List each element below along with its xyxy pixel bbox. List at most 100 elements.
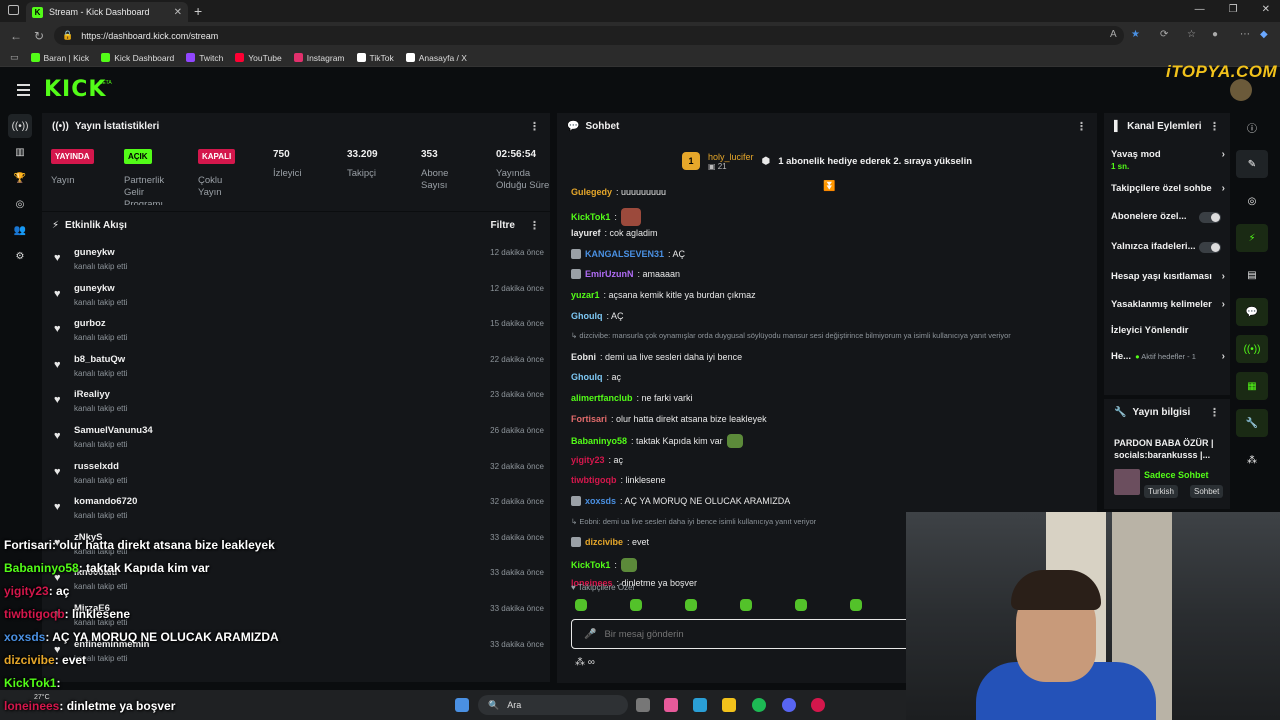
toggle-switch[interactable]	[1199, 242, 1221, 253]
bookmarks-menu-icon[interactable]: ▭	[10, 52, 19, 63]
chat-message[interactable]: alimertfanclub: ne farki varki	[571, 393, 693, 403]
event-item[interactable]: ♥ guneykw kanalı takip etti 12 dakika önce	[42, 242, 550, 278]
chat-username[interactable]: Fortisari	[571, 414, 607, 424]
minimize-icon[interactable]: —	[1195, 4, 1205, 15]
channel-action-item[interactable]: Yasaklanmış kelimeler ›	[1111, 299, 1225, 310]
actions-menu-icon[interactable]: ⋮	[1209, 120, 1220, 133]
chat-username[interactable]: Gulegedy	[571, 187, 612, 197]
event-item[interactable]: ♥ iRealiyy kanalı takip etti 23 dakika önce	[42, 384, 550, 420]
chat-username[interactable]: KickTok1	[571, 560, 610, 570]
events-menu-icon[interactable]: ⋮	[529, 219, 540, 232]
copilot-taskbar-icon[interactable]	[664, 698, 678, 712]
chat-menu-icon[interactable]: ⋮	[1076, 120, 1087, 133]
edge-taskbar-icon[interactable]	[693, 698, 707, 712]
info-menu-icon[interactable]: ⋮	[1209, 406, 1220, 419]
maximize-icon[interactable]: ❐	[1229, 4, 1238, 15]
dashboard-nav-icon[interactable]: ▥	[8, 140, 32, 164]
capture-icon[interactable]: ◎	[1236, 187, 1268, 215]
chat-reply-context[interactable]: ↳ Eobni: demi ua live sesleri daha iyi b…	[571, 517, 816, 526]
browser-tab[interactable]: K Stream - Kick Dashboard ✕	[26, 2, 188, 22]
profile-icon[interactable]: ●	[1212, 29, 1218, 40]
bookmark-item[interactable]: Kick Dashboard	[101, 53, 174, 63]
event-item[interactable]: ♥ b8_batuQw kanalı takip etti 22 dakika önc…	[42, 349, 550, 385]
bookmark-item[interactable]: Anasayfa / X	[405, 53, 467, 63]
mic-icon[interactable]: 🎤	[584, 629, 596, 640]
channel-action-item[interactable]: Yavaş mod 1 sn. ›	[1111, 149, 1225, 171]
chat-message[interactable]: yigity23: aç	[571, 455, 623, 465]
chat-username[interactable]: EmirUzunN	[585, 269, 634, 279]
sidebar-toggle-icon[interactable]	[8, 5, 19, 15]
tag-chip[interactable]: Sohbet	[1190, 485, 1224, 498]
channel-action-item[interactable]: Takipçilere özel sohbe ›	[1111, 183, 1225, 194]
channel-action-item[interactable]: He... ● Aktif hedefler - 1 ›	[1111, 351, 1225, 362]
emote-icon[interactable]	[850, 599, 862, 611]
chat-username[interactable]: KickTok1	[571, 212, 610, 222]
chat-username[interactable]: Eobni	[571, 352, 596, 362]
user-avatar[interactable]	[1230, 79, 1252, 101]
chat-message[interactable]: Ghoulq: aç	[571, 372, 621, 382]
channel-action-item[interactable]: Hesap yaşı kısıtlaması ›	[1111, 271, 1225, 282]
chat-message[interactable]: Gulegedy: uuuuuuuuu	[571, 187, 666, 197]
chat-username[interactable]: yuzar1	[571, 290, 600, 300]
clipboard-icon[interactable]: ▤	[1236, 261, 1268, 289]
bookmark-item[interactable]: TikTok	[356, 53, 394, 63]
new-tab-icon[interactable]: +	[194, 3, 202, 19]
refresh-icon[interactable]: ↻	[34, 29, 48, 43]
channel-action-item[interactable]: Yalnızca ifadeleri...	[1111, 241, 1225, 253]
chat-username[interactable]: tiwbtigoqb	[571, 475, 616, 485]
emote-icon[interactable]	[575, 599, 587, 611]
favorite-star-icon[interactable]: ★	[1131, 29, 1140, 40]
close-window-icon[interactable]: ✕	[1262, 4, 1270, 15]
emote-icon[interactable]	[630, 599, 642, 611]
bookmark-item[interactable]: Instagram	[293, 53, 345, 63]
chat-message[interactable]: Eobni: demi ua live sesleri daha iyi ben…	[571, 352, 742, 362]
group-tool-icon[interactable]: ⁂	[1236, 446, 1268, 474]
toggle-switch[interactable]	[1199, 212, 1221, 223]
chat-reply-context[interactable]: ↳ dizcivibe: mansurla çok oynamışlar ord…	[571, 331, 1011, 340]
emote-icon[interactable]	[740, 599, 752, 611]
lightning-tool-icon[interactable]: ⚡	[1236, 224, 1268, 252]
info-icon[interactable]: ⓘ	[1236, 113, 1268, 141]
stream-nav-icon[interactable]: ((•))	[8, 114, 32, 138]
chat-message[interactable]: Fortisari: olur hatta direkt atsana bize…	[571, 414, 767, 424]
start-icon[interactable]	[455, 698, 469, 712]
pinned-leaderboard[interactable]: 1 holy_lucifer ▣ 21 ⬢ 1 abonelik hediye …	[557, 141, 1097, 181]
trophy-nav-icon[interactable]: 🏆	[8, 166, 32, 190]
infinity-icon[interactable]: ∞	[588, 657, 595, 668]
category-name[interactable]: Sadece Sohbet	[1144, 470, 1209, 480]
menu-icon[interactable]	[17, 84, 30, 99]
chat-username[interactable]: Ghoulq	[571, 372, 603, 382]
chat-message[interactable]: EmirUzunN: amaaaan	[571, 269, 680, 280]
channel-action-item[interactable]: İzleyici Yönlendir	[1111, 325, 1225, 336]
chat-username[interactable]: layuref	[571, 228, 601, 238]
read-aloud-icon[interactable]: A	[1110, 29, 1117, 40]
filter-button[interactable]: Filtre	[491, 220, 515, 231]
chat-username[interactable]: xoxsds	[585, 496, 616, 506]
collections-icon[interactable]: ☆	[1187, 29, 1196, 40]
back-icon[interactable]: ←	[10, 29, 24, 43]
chat-message[interactable]: tiwbtigoqb: linklesene	[571, 475, 666, 485]
extensions-icon[interactable]: ⟳	[1160, 29, 1168, 40]
wrench-tool-icon[interactable]: 🔧	[1236, 409, 1268, 437]
bookmark-item[interactable]: Baran | Kick	[30, 53, 89, 63]
event-item[interactable]: ♥ SamuelVanunu34 kanalı takip etti 26 dakik…	[42, 420, 550, 456]
spotify-taskbar-icon[interactable]	[752, 698, 766, 712]
chat-message[interactable]: yuzar1: açsana kemik kitle ya burdan çık…	[571, 290, 756, 300]
tab-close-icon[interactable]: ✕	[174, 7, 182, 18]
chat-username[interactable]: alimertfanclub	[571, 393, 633, 403]
taskbar-search[interactable]: 🔍 Ara	[478, 695, 628, 715]
emote-icon[interactable]	[795, 599, 807, 611]
chat-username[interactable]: yigity23	[571, 455, 605, 465]
layout-tool-icon[interactable]: ▦	[1236, 372, 1268, 400]
discord-taskbar-icon[interactable]	[782, 698, 796, 712]
camera-nav-icon[interactable]: ◎	[8, 192, 32, 216]
event-item[interactable]: ♥ komando6720 kanalı takip etti 32 dakika ö…	[42, 491, 550, 527]
chat-message[interactable]: layuref: cok agladim	[571, 228, 658, 238]
chat-username[interactable]: dizcivibe	[585, 537, 623, 547]
explorer-taskbar-icon[interactable]	[722, 698, 736, 712]
channel-action-item[interactable]: Abonelere özel...	[1111, 211, 1225, 223]
more-icon[interactable]: ⋯	[1240, 29, 1250, 40]
broadcast-tool-icon[interactable]: ((•))	[1236, 335, 1268, 363]
users-nav-icon[interactable]: 👥	[8, 218, 32, 242]
chat-username[interactable]: KANGALSEVEN31	[585, 249, 664, 259]
